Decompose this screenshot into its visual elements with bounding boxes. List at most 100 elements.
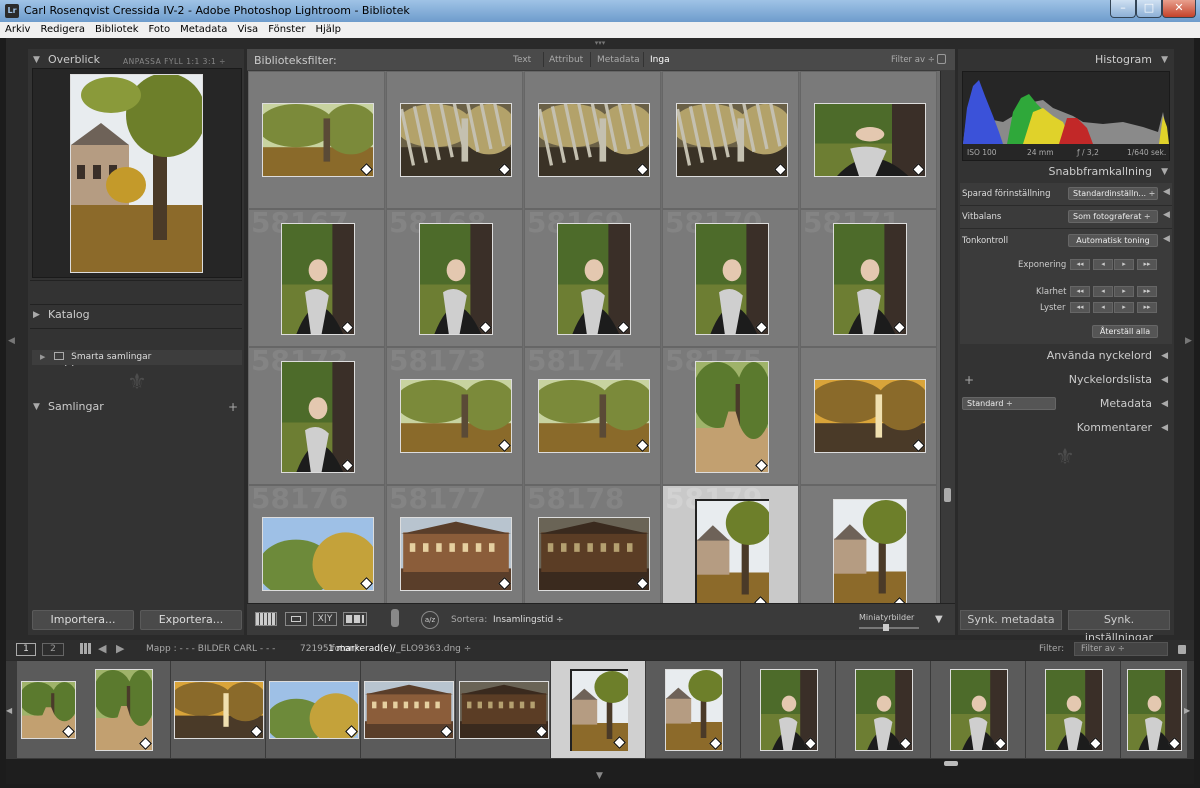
grid-thumbnail[interactable] [281, 223, 355, 335]
filmstrip-thumbnail[interactable] [665, 669, 725, 751]
sync-metadata-button[interactable]: Synk. metadata [960, 610, 1062, 630]
grid-thumbnail[interactable] [809, 379, 931, 453]
filmstrip-thumbnail[interactable] [170, 681, 268, 739]
forward-arrow-icon[interactable]: ▶ [116, 642, 124, 655]
thumbnail-size-slider[interactable] [859, 627, 919, 629]
grid-view-icon[interactable] [255, 612, 277, 626]
catalog-header[interactable]: ▶ Katalog [28, 304, 244, 326]
filter-tab-text[interactable]: Text [513, 55, 531, 65]
filmstrip-filter-dropdown[interactable]: Filter av ÷ [1074, 642, 1168, 656]
slider-handle[interactable] [883, 624, 889, 631]
menu-metadata[interactable]: Metadata [175, 22, 232, 38]
filmstrip-scroll-thumb[interactable] [944, 761, 958, 766]
clarity-increase-large[interactable]: ▸▸ [1137, 286, 1157, 297]
filmstrip-cell[interactable] [361, 661, 456, 758]
menu-foto[interactable]: Foto [144, 22, 176, 38]
histogram-header[interactable]: Histogram ▼ [958, 49, 1174, 71]
toolbar-menu-chevron-icon[interactable]: ▼ [935, 614, 943, 625]
filmstrip-thumbnail[interactable] [570, 669, 631, 751]
grid-cell[interactable]: 58174 [524, 347, 661, 485]
sync-settings-button[interactable]: Synk. inställningar [1068, 610, 1170, 644]
folder-path[interactable]: Mapp : - - - BILDER CARL - - - [146, 644, 275, 654]
sort-direction-icon[interactable]: a/z [421, 611, 439, 629]
grid-cell[interactable] [662, 71, 799, 209]
filmstrip-cell[interactable] [646, 661, 741, 758]
expand-triangle-icon[interactable]: ◀ [1163, 210, 1170, 220]
grid-cell[interactable]: 58172 [248, 347, 385, 485]
primary-screen-button[interactable]: 1 [16, 643, 36, 656]
bottom-panel-toggle-icon[interactable]: ▼ [596, 771, 603, 781]
minimize-button[interactable]: – [1110, 0, 1136, 18]
menu-fonster[interactable]: Fönster [263, 22, 310, 38]
saved-preset-dropdown[interactable]: Standardinställn... ÷ [1068, 187, 1158, 200]
filmstrip-thumbnail[interactable] [459, 681, 549, 739]
clarity-decrease-large[interactable]: ◂◂ [1070, 286, 1090, 297]
filter-presets-dropdown[interactable]: Filter av ÷ [891, 55, 935, 65]
grid-thumbnail[interactable] [538, 517, 650, 591]
menu-visa[interactable]: Visa [232, 22, 263, 38]
exposure-increase-large[interactable]: ▸▸ [1137, 259, 1157, 270]
grid-thumbnail[interactable] [692, 361, 772, 473]
grid-thumbnail[interactable] [671, 89, 793, 177]
filmstrip-cell[interactable] [1121, 661, 1188, 758]
grid-thumbnail[interactable] [257, 103, 379, 177]
filmstrip-cell[interactable] [836, 661, 931, 758]
filmstrip-cell[interactable] [456, 661, 551, 758]
filter-tab-attribute[interactable]: Attribut [549, 55, 583, 65]
menu-hjalp[interactable]: Hjälp [310, 22, 346, 38]
sort-dropdown[interactable]: Insamlingstid ÷ [493, 615, 564, 625]
expand-triangle-icon[interactable]: ◀ [1163, 234, 1170, 244]
expand-triangle-icon[interactable]: ◀ [1161, 345, 1168, 367]
quick-develop-header[interactable]: Snabbframkallning ▼ [958, 161, 1174, 183]
expand-triangle-icon[interactable]: ◀ [1163, 187, 1170, 197]
grid-thumbnail[interactable] [814, 103, 926, 177]
expand-triangle-icon[interactable]: ▶ [33, 304, 40, 326]
histogram-chart[interactable]: ISO 100 24 mm ƒ / 3,2 1/640 sek. [962, 71, 1170, 161]
clarity-increase[interactable]: ▸ [1114, 286, 1134, 297]
export-button[interactable]: Exportera... [140, 610, 242, 630]
grid-thumbnail[interactable] [695, 223, 769, 335]
white-balance-dropdown[interactable]: Som fotograferat ÷ [1068, 210, 1158, 223]
exposure-increase[interactable]: ▸ [1114, 259, 1134, 270]
comments-header[interactable]: Kommentarer ◀ [958, 417, 1174, 439]
survey-view-icon[interactable] [343, 612, 367, 626]
filmstrip-cell[interactable] [931, 661, 1026, 758]
grid-thumbnail[interactable] [400, 517, 512, 591]
grid-cell[interactable] [800, 71, 937, 209]
expand-triangle-icon[interactable]: ◀ [1161, 417, 1168, 439]
grid-thumbnail[interactable] [419, 223, 493, 335]
vibrance-decrease[interactable]: ◂ [1093, 302, 1113, 313]
menu-bibliotek[interactable]: Bibliotek [90, 22, 144, 38]
filter-tab-metadata[interactable]: Metadata [597, 55, 640, 65]
grid-thumbnail[interactable] [533, 379, 655, 453]
grid-cell[interactable] [248, 71, 385, 209]
menu-redigera[interactable]: Redigera [35, 22, 90, 38]
exposure-decrease-large[interactable]: ◂◂ [1070, 259, 1090, 270]
filmstrip-thumbnail[interactable] [265, 681, 363, 744]
metadata-header[interactable]: Standard ÷ Metadata ◀ [958, 393, 1174, 415]
filmstrip-cell[interactable] [17, 661, 79, 758]
filmstrip-thumbnail[interactable] [1127, 669, 1182, 751]
vibrance-increase[interactable]: ▸ [1114, 302, 1134, 313]
metadata-preset-dropdown[interactable]: Standard ÷ [962, 397, 1056, 410]
grid-thumbnail[interactable] [533, 89, 655, 177]
keyword-list-header[interactable]: + Nyckelordslista ◀ [958, 369, 1174, 391]
grid-cell[interactable]: 58171 [800, 209, 937, 347]
grid-cell[interactable]: 58167 [248, 209, 385, 347]
maximize-button[interactable]: □ [1136, 0, 1162, 18]
reset-all-button[interactable]: Återställ alla [1092, 325, 1158, 338]
filmstrip-cell[interactable] [1026, 661, 1121, 758]
expand-triangle-icon[interactable]: ◀ [1161, 369, 1168, 391]
filmstrip-thumbnail[interactable] [855, 669, 913, 751]
grid-cell[interactable]: 58170 [662, 209, 799, 347]
add-collection-button[interactable]: + [228, 396, 238, 418]
grid-thumbnail[interactable] [395, 89, 517, 177]
lock-icon[interactable] [1178, 645, 1186, 654]
filmstrip-thumbnail[interactable] [93, 669, 155, 751]
filmstrip-thumbnail[interactable] [760, 669, 818, 751]
filmstrip-thumbnail[interactable] [364, 681, 454, 739]
navigator-zoom-options[interactable]: ANPASSA FYLL 1:1 3:1 ÷ [123, 57, 226, 66]
grid-thumbnail[interactable] [833, 499, 909, 611]
secondary-screen-button[interactable]: 2 [42, 643, 64, 656]
grid-thumbnail[interactable] [695, 499, 772, 611]
